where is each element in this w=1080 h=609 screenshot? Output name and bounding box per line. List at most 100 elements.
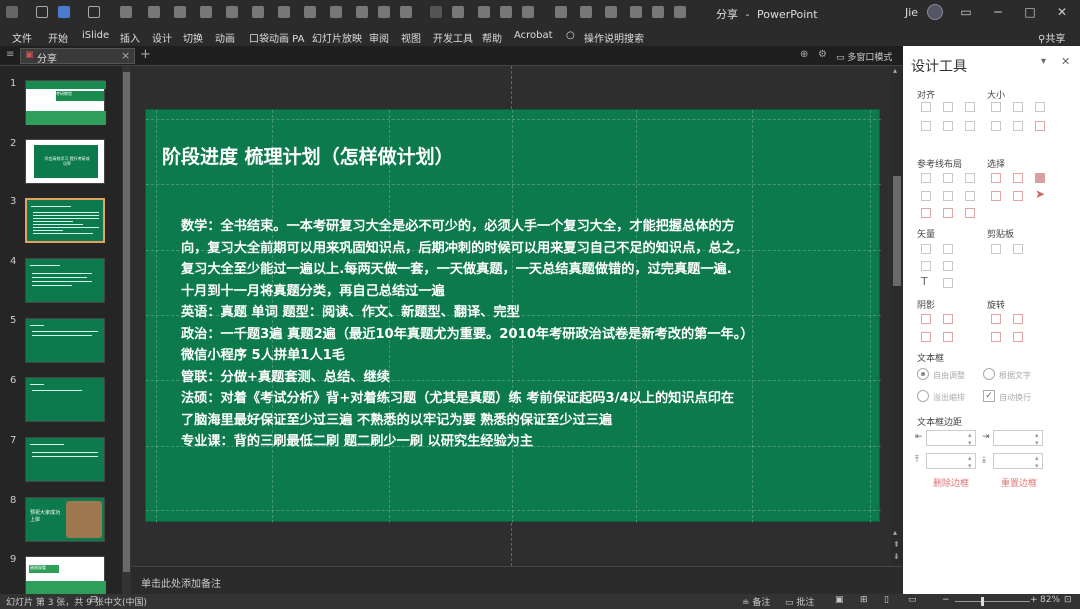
align-right-icon[interactable] (965, 102, 975, 112)
flip-h-icon[interactable] (991, 332, 1001, 342)
union-icon[interactable] (921, 244, 931, 254)
save-icon[interactable] (6, 6, 18, 18)
canvas-scroll-thumb[interactable] (893, 176, 901, 286)
zoom-view-icon[interactable]: ⊕ (800, 49, 808, 60)
edit-points-icon[interactable] (943, 278, 953, 288)
slide-title[interactable]: 阶段进度 梳理计划（怎样做计划） (162, 142, 454, 169)
avatar[interactable] (927, 4, 943, 20)
picture-icon[interactable] (330, 6, 342, 18)
slide-thumbnail-6[interactable] (25, 377, 105, 422)
tab-pocket-animation[interactable]: 口袋动画 PA (249, 30, 304, 45)
text-icon[interactable] (356, 6, 368, 18)
comments-button[interactable]: ▭ 批注 (785, 595, 814, 608)
close-tab-icon[interactable]: × (121, 49, 130, 62)
language-indicator[interactable]: 中文(中国) (104, 595, 147, 608)
reset-margin-button[interactable]: 重置边框 (1001, 476, 1037, 489)
tab-developer[interactable]: 开发工具 (433, 30, 473, 45)
canvas-scrollbar[interactable]: ▴ ▴ ⇞ ⇟ (891, 66, 903, 566)
user-name[interactable]: Jie (905, 6, 918, 19)
distribute-icon[interactable] (226, 6, 238, 18)
multi-window-button[interactable]: ▭ 多窗口模式 (836, 50, 892, 63)
shadow-4-icon[interactable] (943, 332, 953, 342)
tab-insert[interactable]: 插入 (120, 30, 140, 45)
spellcheck-icon[interactable]: ⊟ (90, 595, 98, 605)
select-all-icon[interactable] (1013, 191, 1023, 201)
add-tab-icon[interactable]: + (140, 47, 151, 62)
maximize-icon[interactable]: □ (1022, 4, 1038, 20)
settings-icon[interactable]: ⚙ (818, 49, 827, 60)
shape-icon[interactable] (88, 6, 100, 18)
tab-design[interactable]: 设计 (152, 30, 172, 45)
autofit-radio[interactable] (917, 368, 929, 380)
clear-margin-button[interactable]: 删除边框 (933, 476, 969, 489)
close-pane-icon[interactable]: ✕ (1061, 55, 1070, 68)
slide-thumbnail-3[interactable] (25, 198, 105, 243)
guide-right-icon[interactable] (965, 173, 975, 183)
overflow-radio[interactable] (917, 390, 929, 402)
pen-icon[interactable] (478, 6, 490, 18)
zoom-slider-handle[interactable] (981, 597, 984, 606)
tab-help[interactable]: 帮助 (482, 30, 502, 45)
grid-2-icon[interactable] (921, 208, 931, 218)
fit-slide-icon[interactable]: ⊡ (1064, 595, 1072, 605)
slide-thumbnail-5[interactable] (25, 318, 105, 363)
zoom-out-icon[interactable]: − (942, 595, 950, 605)
slide-body-text[interactable]: 数学：全书结束。一本考研复习大全是必不可少的，必须人手一个复习大全，才能把握总体… (181, 216, 841, 453)
tab-acrobat[interactable]: Acrobat (514, 30, 553, 41)
guide-bottom-icon[interactable] (965, 191, 975, 201)
align-center-icon[interactable] (943, 102, 953, 112)
zoom-slider[interactable] (955, 601, 1030, 602)
combine-icon[interactable] (943, 244, 953, 254)
crop-icon[interactable] (252, 6, 264, 18)
same-width-icon[interactable] (991, 102, 1001, 112)
wrap-checkbox[interactable]: ✓ (983, 390, 995, 402)
fragment-icon[interactable] (921, 261, 931, 271)
tab-review[interactable]: 审阅 (369, 30, 389, 45)
tab-home[interactable]: 开始 (48, 30, 68, 45)
color-icon[interactable] (555, 6, 567, 18)
margin-right-input[interactable] (993, 430, 1043, 447)
intersect-icon[interactable] (943, 261, 953, 271)
fit-height-icon[interactable] (1013, 121, 1023, 131)
layout-icon[interactable] (148, 6, 160, 18)
margin-left-input[interactable] (926, 430, 976, 447)
minimize-icon[interactable]: ─ (990, 4, 1006, 20)
notes-button[interactable]: ≐ 备注 (742, 595, 770, 608)
tab-slideshow[interactable]: 幻灯片放映 (312, 30, 362, 45)
align-top-icon[interactable] (921, 121, 931, 131)
text-t-icon[interactable]: T (921, 275, 928, 288)
notes-placeholder[interactable]: 单击此处添加备注 (141, 575, 221, 590)
brush-icon[interactable] (500, 6, 512, 18)
flip-v-icon[interactable] (1013, 332, 1023, 342)
normal-view-icon[interactable]: ▣ (835, 595, 844, 605)
zoom-level[interactable]: 82% (1040, 595, 1060, 605)
tabs-menu-icon[interactable]: ≡ (6, 49, 14, 60)
rotate-icon[interactable] (400, 6, 412, 18)
slide-thumbnail-4[interactable] (25, 258, 105, 303)
tab-transitions[interactable]: 切换 (183, 30, 203, 45)
ribbon-display-icon[interactable]: ▭ (958, 4, 974, 20)
reading-view-icon[interactable]: ▯ (884, 595, 889, 605)
flip-icon[interactable] (378, 6, 390, 18)
chevron-down-icon[interactable]: ▾ (1041, 56, 1046, 67)
guide-top-icon[interactable] (921, 191, 931, 201)
magic-select-icon[interactable] (1035, 173, 1045, 183)
tab-file[interactable]: 文件 (12, 30, 32, 45)
grid-4-icon[interactable] (965, 208, 975, 218)
fill-icon[interactable] (452, 6, 464, 18)
scroll-up-icon[interactable]: ▴ (893, 66, 897, 75)
grid-3-icon[interactable] (943, 208, 953, 218)
select-same-icon[interactable] (991, 173, 1001, 183)
slide[interactable]: 阶段进度 梳理计划（怎样做计划） 数学：全书结束。一本考研复习大全是必不可少的，… (145, 109, 881, 523)
select-similar-icon[interactable] (1013, 173, 1023, 183)
fit-text-radio[interactable] (983, 368, 995, 380)
prev-slide-icon[interactable]: ⇞ (893, 540, 900, 549)
shadow-3-icon[interactable] (921, 332, 931, 342)
same-size-icon[interactable] (1035, 102, 1045, 112)
chart-icon[interactable] (304, 6, 316, 18)
table-icon[interactable] (278, 6, 290, 18)
thumbnail-scroll-thumb[interactable] (123, 72, 130, 572)
share-button[interactable]: ⚲共享 (1038, 30, 1065, 45)
line-icon[interactable] (430, 6, 442, 18)
slide-thumbnail-9[interactable]: 谢谢观看 (25, 556, 106, 595)
